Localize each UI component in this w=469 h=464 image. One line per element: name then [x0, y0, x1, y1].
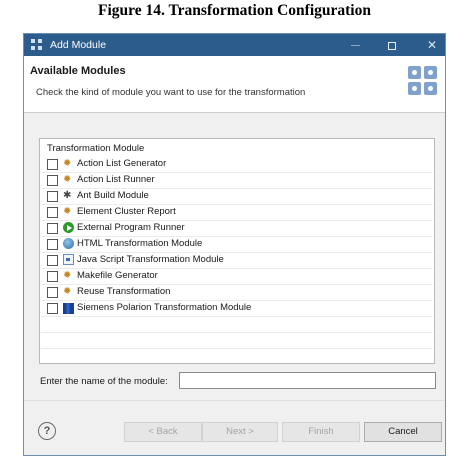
module-label: External Program Runner — [77, 222, 185, 233]
wizard-banner-icon — [408, 66, 438, 96]
list-item[interactable]: Siemens Polarion Transformation Module — [41, 301, 433, 317]
list-item[interactable]: Java Script Transformation Module — [41, 253, 433, 269]
checkbox[interactable] — [47, 239, 58, 250]
cancel-button[interactable]: Cancel — [364, 422, 442, 442]
close-button[interactable]: ✕ — [421, 37, 443, 53]
maximize-button[interactable] — [381, 37, 403, 53]
list-item[interactable]: ✹ Reuse Transformation — [41, 285, 433, 301]
module-name-input[interactable] — [179, 372, 436, 389]
siemens-icon — [63, 303, 74, 314]
module-label: Siemens Polarion Transformation Module — [77, 302, 252, 313]
module-list: Transformation Module ✹ Action List Gene… — [39, 138, 435, 365]
finish-button[interactable]: Finish — [282, 422, 360, 442]
checkbox[interactable] — [47, 223, 58, 234]
gear-icon: ✹ — [63, 206, 72, 217]
maximize-icon — [388, 41, 396, 50]
title-bar[interactable]: Add Module ✕ — [24, 34, 445, 56]
column-header: Transformation Module — [47, 143, 145, 154]
ant-icon: ✱ — [63, 190, 72, 201]
close-icon: ✕ — [426, 38, 438, 52]
globe-icon — [63, 238, 74, 249]
app-icon — [31, 39, 43, 51]
list-item[interactable]: HTML Transformation Module — [41, 237, 433, 253]
window-title: Add Module — [50, 39, 107, 51]
gear-icon: ✹ — [63, 174, 72, 185]
add-module-dialog: Add Module ✕ Available Modules Check the… — [23, 33, 446, 456]
page-title: Available Modules — [30, 65, 126, 77]
gear-icon: ✹ — [63, 270, 72, 281]
checkbox[interactable] — [47, 191, 58, 202]
help-button[interactable]: ? — [38, 422, 56, 440]
module-name-label: Enter the name of the module: — [40, 376, 168, 387]
page-description: Check the kind of module you want to use… — [36, 87, 306, 98]
checkbox[interactable] — [47, 303, 58, 314]
list-item[interactable]: External Program Runner — [41, 221, 433, 237]
list-item[interactable]: ✱ Ant Build Module — [41, 189, 433, 205]
back-button[interactable]: < Back — [124, 422, 202, 442]
list-item[interactable]: ✹ Action List Runner — [41, 173, 433, 189]
wizard-header: Available Modules Check the kind of modu… — [24, 56, 445, 113]
empty-row — [41, 333, 433, 349]
module-rows: ✹ Action List Generator ✹ Action List Ru… — [41, 157, 433, 365]
checkbox[interactable] — [47, 175, 58, 186]
checkbox[interactable] — [47, 207, 58, 218]
next-button[interactable]: Next > — [202, 422, 278, 442]
module-label: HTML Transformation Module — [77, 238, 203, 249]
empty-row — [41, 349, 433, 365]
checkbox[interactable] — [47, 271, 58, 282]
checkbox[interactable] — [47, 159, 58, 170]
minimize-icon — [350, 45, 360, 47]
list-item[interactable]: ✹ Element Cluster Report — [41, 205, 433, 221]
list-item[interactable]: ✹ Makefile Generator — [41, 269, 433, 285]
module-label: Ant Build Module — [77, 190, 149, 201]
list-item[interactable]: ✹ Action List Generator — [41, 157, 433, 173]
checkbox[interactable] — [47, 255, 58, 266]
run-icon — [63, 222, 74, 233]
module-label: Action List Runner — [77, 174, 155, 185]
minimize-button[interactable] — [344, 37, 366, 53]
empty-row — [41, 317, 433, 333]
checkbox[interactable] — [47, 287, 58, 298]
module-label: Element Cluster Report — [77, 206, 176, 217]
module-label: Makefile Generator — [77, 270, 158, 281]
gear-icon: ✹ — [63, 158, 72, 169]
module-label: Action List Generator — [77, 158, 167, 169]
module-label: Java Script Transformation Module — [77, 254, 224, 265]
module-label: Reuse Transformation — [77, 286, 171, 297]
script-icon — [63, 254, 74, 265]
footer-divider — [24, 400, 445, 401]
gear-icon: ✹ — [63, 286, 72, 297]
figure-caption: Figure 14. Transformation Configuration — [98, 2, 371, 19]
